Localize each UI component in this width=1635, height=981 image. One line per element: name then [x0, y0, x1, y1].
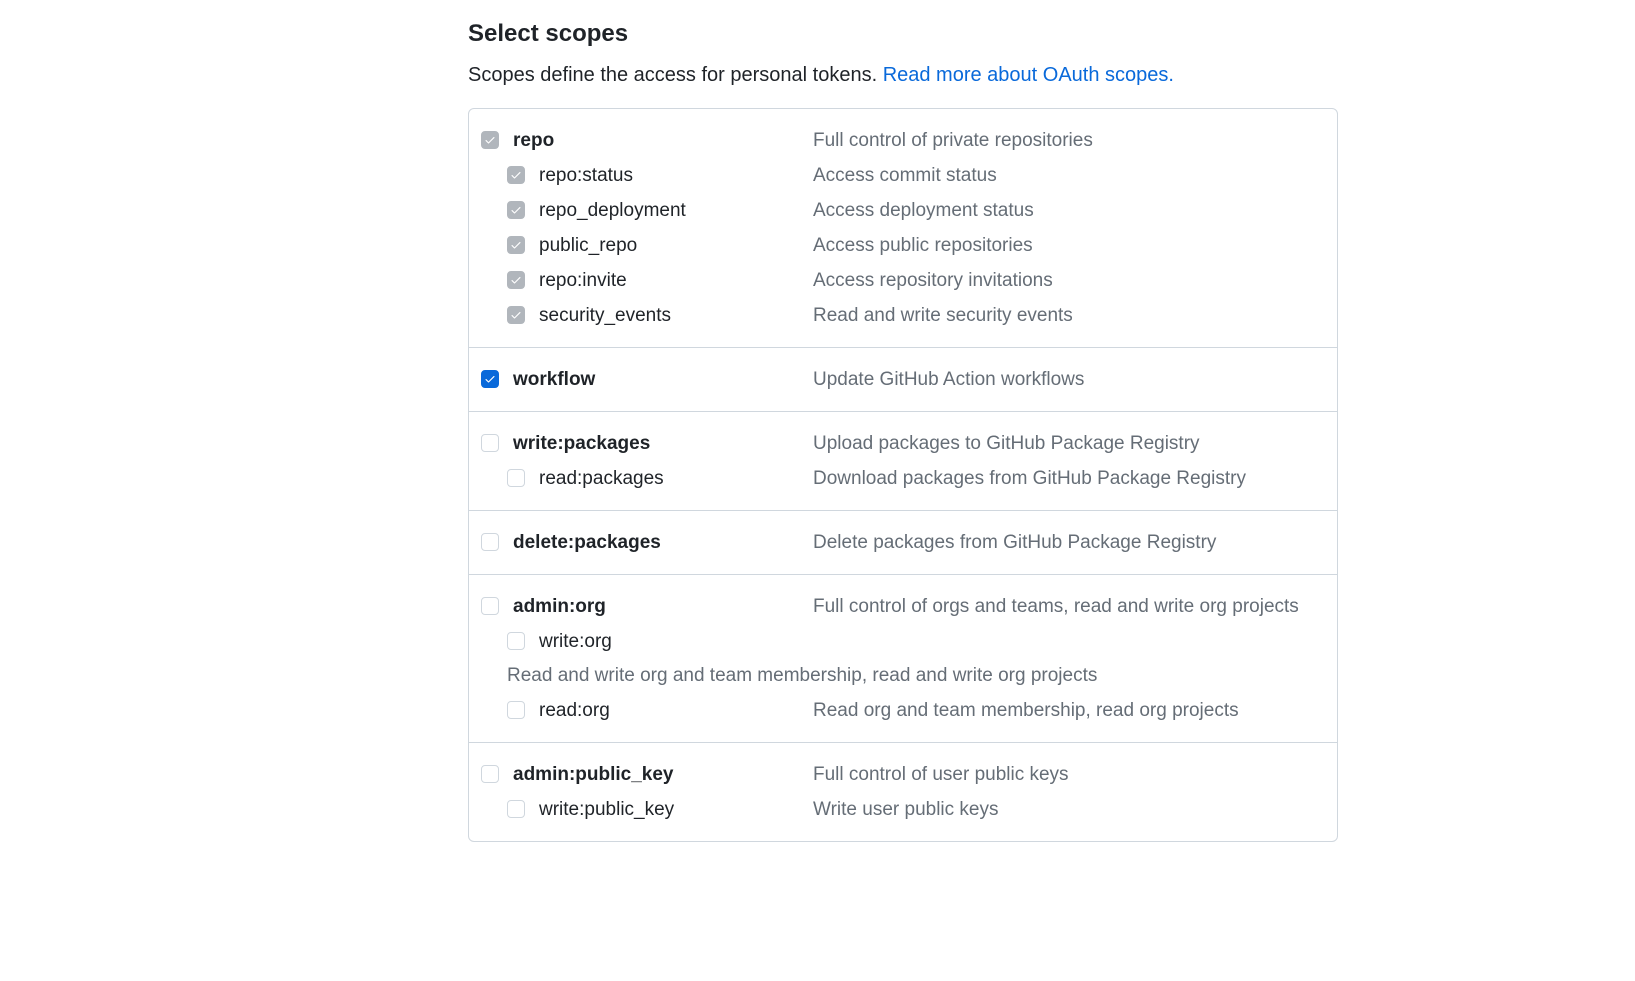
- scope-desc-delete-packages: Delete packages from GitHub Package Regi…: [813, 531, 1325, 554]
- scope-row-read-org: read:orgRead org and team membership, re…: [481, 693, 1325, 728]
- checkbox-write-packages[interactable]: [481, 434, 499, 452]
- checkbox-wrap: [507, 699, 539, 719]
- scope-desc-read-packages: Download packages from GitHub Package Re…: [813, 467, 1325, 490]
- scope-row-repo-deployment: repo_deploymentAccess deployment status: [481, 193, 1325, 228]
- scope-desc-repo: Full control of private repositories: [813, 129, 1325, 152]
- scope-row-delete-packages: delete:packagesDelete packages from GitH…: [481, 525, 1325, 560]
- scope-row-workflow: workflowUpdate GitHub Action workflows: [481, 362, 1325, 397]
- checkbox-admin-org[interactable]: [481, 597, 499, 615]
- section-title: Select scopes: [468, 20, 1338, 48]
- scopes-box: repoFull control of private repositories…: [468, 108, 1338, 842]
- checkbox-repo-deployment: [507, 201, 525, 219]
- scope-row-repo-status: repo:statusAccess commit status: [481, 158, 1325, 193]
- checkbox-wrap: [507, 199, 539, 219]
- checkbox-repo-invite: [507, 271, 525, 289]
- scope-label-repo-invite[interactable]: repo:invite: [539, 269, 813, 292]
- scope-row-write-packages: write:packagesUpload packages to GitHub …: [481, 426, 1325, 461]
- checkbox-admin-public-key[interactable]: [481, 765, 499, 783]
- description-text: Scopes define the access for personal to…: [468, 64, 883, 86]
- checkbox-wrap: [481, 763, 513, 783]
- scope-row-read-packages: read:packagesDownload packages from GitH…: [481, 461, 1325, 496]
- checkbox-read-packages[interactable]: [507, 469, 525, 487]
- checkbox-security-events: [507, 306, 525, 324]
- checkbox-repo-status: [507, 166, 525, 184]
- checkbox-wrap: [507, 630, 539, 650]
- scope-row-public-repo: public_repoAccess public repositories: [481, 228, 1325, 263]
- scope-group-delete-packages: delete:packagesDelete packages from GitH…: [469, 511, 1337, 575]
- scope-group-repo: repoFull control of private repositories…: [469, 109, 1337, 348]
- scope-row-write-org: write:org: [481, 624, 1325, 659]
- scope-label-workflow[interactable]: workflow: [513, 368, 813, 391]
- checkbox-wrap: [481, 368, 513, 388]
- checkbox-wrap: [481, 595, 513, 615]
- scope-label-public-repo[interactable]: public_repo: [539, 234, 813, 257]
- scope-label-read-packages[interactable]: read:packages: [539, 467, 813, 490]
- scope-label-security-events[interactable]: security_events: [539, 304, 813, 327]
- scope-row-admin-public-key: admin:public_keyFull control of user pub…: [481, 757, 1325, 792]
- scope-desc-repo-deployment: Access deployment status: [813, 199, 1325, 222]
- scope-desc-repo-status: Access commit status: [813, 164, 1325, 187]
- checkbox-write-public-key[interactable]: [507, 800, 525, 818]
- scope-label-write-public-key[interactable]: write:public_key: [539, 798, 813, 821]
- checkbox-public-repo: [507, 236, 525, 254]
- scope-label-repo[interactable]: repo: [513, 129, 813, 152]
- checkbox-wrap: [481, 432, 513, 452]
- scope-group-write-packages: write:packagesUpload packages to GitHub …: [469, 412, 1337, 511]
- scope-label-read-org[interactable]: read:org: [539, 699, 813, 722]
- scope-desc-workflow: Update GitHub Action workflows: [813, 368, 1325, 391]
- scope-desc-admin-org: Full control of orgs and teams, read and…: [813, 595, 1325, 618]
- scope-desc-read-org: Read org and team membership, read org p…: [813, 699, 1325, 722]
- scope-label-admin-org[interactable]: admin:org: [513, 595, 813, 618]
- scope-desc-write-packages: Upload packages to GitHub Package Regist…: [813, 432, 1325, 455]
- scope-row-repo: repoFull control of private repositories: [481, 123, 1325, 158]
- scope-desc-public-repo: Access public repositories: [813, 234, 1325, 257]
- scope-label-write-org[interactable]: write:org: [539, 630, 813, 653]
- scope-group-admin-org: admin:orgFull control of orgs and teams,…: [469, 575, 1337, 743]
- scope-desc-write-public-key: Write user public keys: [813, 798, 1325, 821]
- scope-row-admin-org: admin:orgFull control of orgs and teams,…: [481, 589, 1325, 624]
- scope-row-write-public-key: write:public_keyWrite user public keys: [481, 792, 1325, 827]
- checkbox-wrap: [481, 531, 513, 551]
- checkbox-wrap: [481, 129, 513, 149]
- checkbox-wrap: [507, 164, 539, 184]
- scope-label-delete-packages[interactable]: delete:packages: [513, 531, 813, 554]
- scope-desc-repo-invite: Access repository invitations: [813, 269, 1325, 292]
- scope-label-repo-deployment[interactable]: repo_deployment: [539, 199, 813, 222]
- scope-label-write-packages[interactable]: write:packages: [513, 432, 813, 455]
- checkbox-wrap: [507, 304, 539, 324]
- checkbox-read-org[interactable]: [507, 701, 525, 719]
- scope-row-repo-invite: repo:inviteAccess repository invitations: [481, 263, 1325, 298]
- scope-label-admin-public-key[interactable]: admin:public_key: [513, 763, 813, 786]
- checkbox-wrap: [507, 798, 539, 818]
- checkbox-repo: [481, 131, 499, 149]
- checkbox-wrap: [507, 467, 539, 487]
- scope-row-security-events: security_eventsRead and write security e…: [481, 298, 1325, 333]
- checkbox-workflow[interactable]: [481, 370, 499, 388]
- scope-group-workflow: workflowUpdate GitHub Action workflows: [469, 348, 1337, 412]
- checkbox-wrap: [507, 269, 539, 289]
- scope-label-repo-status[interactable]: repo:status: [539, 164, 813, 187]
- scope-group-admin-public-key: admin:public_keyFull control of user pub…: [469, 743, 1337, 841]
- checkbox-wrap: [507, 234, 539, 254]
- checkbox-write-org[interactable]: [507, 632, 525, 650]
- scope-desc-security-events: Read and write security events: [813, 304, 1325, 327]
- scope-desc-admin-public-key: Full control of user public keys: [813, 763, 1325, 786]
- checkbox-delete-packages[interactable]: [481, 533, 499, 551]
- scope-desc-write-org-below: Read and write org and team membership, …: [481, 659, 1325, 693]
- oauth-scopes-link[interactable]: Read more about OAuth scopes.: [883, 64, 1174, 86]
- section-description: Scopes define the access for personal to…: [468, 60, 1338, 90]
